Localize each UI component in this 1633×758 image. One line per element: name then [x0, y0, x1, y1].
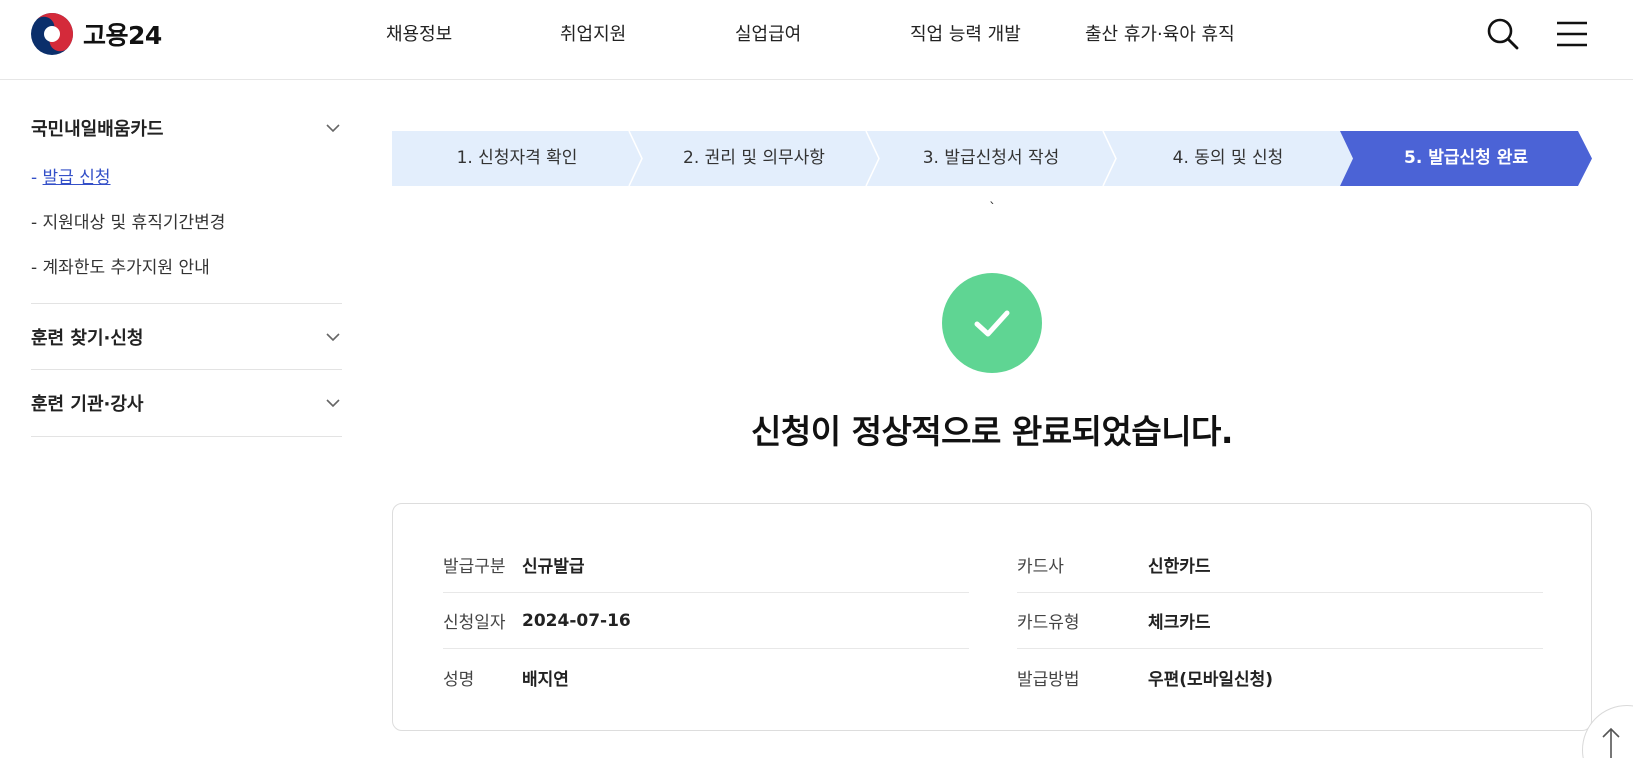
sidebar-group-title: 훈련 기관·강사: [31, 394, 144, 415]
step-5-complete: 5. 발급신청 완료: [1404, 148, 1528, 168]
summary-value: 2024-07-16: [522, 610, 631, 631]
step-4-consent: 4. 동의 및 신청: [1172, 148, 1284, 168]
summary-row-delivery-method: 발급방법 우편(모바일신청): [1017, 649, 1543, 705]
summary-right-column: 카드사 신한카드 카드유형 체크카드 발급방법 우편(모바일신청): [1017, 537, 1543, 705]
success-check-badge: [942, 273, 1042, 373]
summary-left-column: 발급구분 신규발급 신청일자 2024-07-16 성명 배지연: [443, 537, 969, 705]
sidebar-group-header[interactable]: 훈련 기관·강사: [31, 370, 342, 436]
summary-value: 배지연: [522, 669, 569, 690]
nav-item-jobs[interactable]: 채용정보: [386, 20, 452, 48]
logo-text: 고용24: [83, 21, 162, 50]
sidebar-group-header[interactable]: 국민내일배움카드: [31, 100, 342, 156]
step-3-application-form: 3. 발급신청서 작성: [922, 148, 1060, 168]
summary-value: 신규발급: [522, 557, 585, 577]
sidebar-group-title: 국민내일배움카드: [31, 119, 164, 140]
taegeuk-logo-icon: [31, 13, 73, 55]
stray-mark: `: [989, 201, 996, 217]
site-header: 고용24 채용정보 취업지원 실업급여 직업 능력 개발 출산 휴가·육아 휴직: [0, 0, 1633, 80]
step-1-eligibility: 1. 신청자격 확인: [456, 148, 578, 168]
summary-label: 신청일자: [443, 613, 506, 633]
arrow-up-icon: [1602, 727, 1620, 758]
summary-row-issue-type: 발급구분 신규발급: [443, 537, 969, 593]
search-icon[interactable]: [1486, 17, 1520, 51]
sidebar-group-header[interactable]: 훈련 찾기·신청: [31, 304, 342, 369]
application-summary-card: 발급구분 신규발급 신청일자 2024-07-16 성명 배지연 카드사 신한카…: [392, 503, 1592, 731]
chevron-down-icon: [326, 124, 340, 133]
progress-stepper: 1. 신청자격 확인 2. 권리 및 의무사항 3. 발급신청서 작성 4. 동…: [392, 131, 1592, 186]
sidebar-sub-list: - 발급 신청 - 지원대상 및 휴직기간변경 - 계좌한도 추가지원 안내: [31, 156, 342, 303]
summary-label: 성명: [443, 669, 475, 690]
hamburger-menu-icon[interactable]: [1555, 17, 1589, 51]
summary-label: 카드사: [1017, 557, 1064, 577]
summary-value: 신한카드: [1148, 557, 1211, 577]
step-2-rights: 2. 권리 및 의무사항: [683, 148, 825, 168]
summary-value: 체크카드: [1148, 613, 1211, 633]
sidebar-group-title: 훈련 찾기·신청: [31, 327, 144, 349]
sidebar-item-eligibility-change[interactable]: - 지원대상 및 휴직기간변경: [31, 201, 342, 246]
completion-message: 신청이 정상적으로 완료되었습니다.: [751, 412, 1233, 451]
sidebar-group-training-search: 훈련 찾기·신청: [31, 304, 342, 370]
nav-item-employment-support[interactable]: 취업지원: [560, 20, 626, 48]
sidebar-item-issue-application[interactable]: - 발급 신청: [31, 156, 342, 201]
check-icon: [974, 310, 1010, 337]
summary-row-card-type: 카드유형 체크카드: [1017, 593, 1543, 649]
sidebar: 국민내일배움카드 - 발급 신청 - 지원대상 및 휴직기간변경 - 계좌한도 …: [31, 100, 342, 437]
sidebar-group-training-institutions: 훈련 기관·강사: [31, 370, 342, 437]
nav-item-parental-leave[interactable]: 출산 휴가·육아 휴직: [1085, 20, 1235, 48]
summary-label: 발급방법: [1017, 669, 1080, 690]
summary-row-application-date: 신청일자 2024-07-16: [443, 593, 969, 649]
nav-item-unemployment-benefits[interactable]: 실업급여: [735, 20, 801, 48]
summary-label: 카드유형: [1017, 613, 1080, 633]
sidebar-group-learning-card: 국민내일배움카드 - 발급 신청 - 지원대상 및 휴직기간변경 - 계좌한도 …: [31, 100, 342, 304]
summary-label: 발급구분: [443, 557, 506, 577]
site-logo[interactable]: 고용24: [31, 13, 162, 55]
sidebar-item-account-limit[interactable]: - 계좌한도 추가지원 안내: [31, 246, 342, 291]
summary-value: 우편(모바일신청): [1148, 669, 1274, 690]
summary-row-card-company: 카드사 신한카드: [1017, 537, 1543, 593]
summary-row-name: 성명 배지연: [443, 649, 969, 705]
chevron-down-icon: [326, 332, 340, 341]
chevron-down-icon: [326, 399, 340, 408]
nav-item-skills-development[interactable]: 직업 능력 개발: [910, 20, 1021, 48]
